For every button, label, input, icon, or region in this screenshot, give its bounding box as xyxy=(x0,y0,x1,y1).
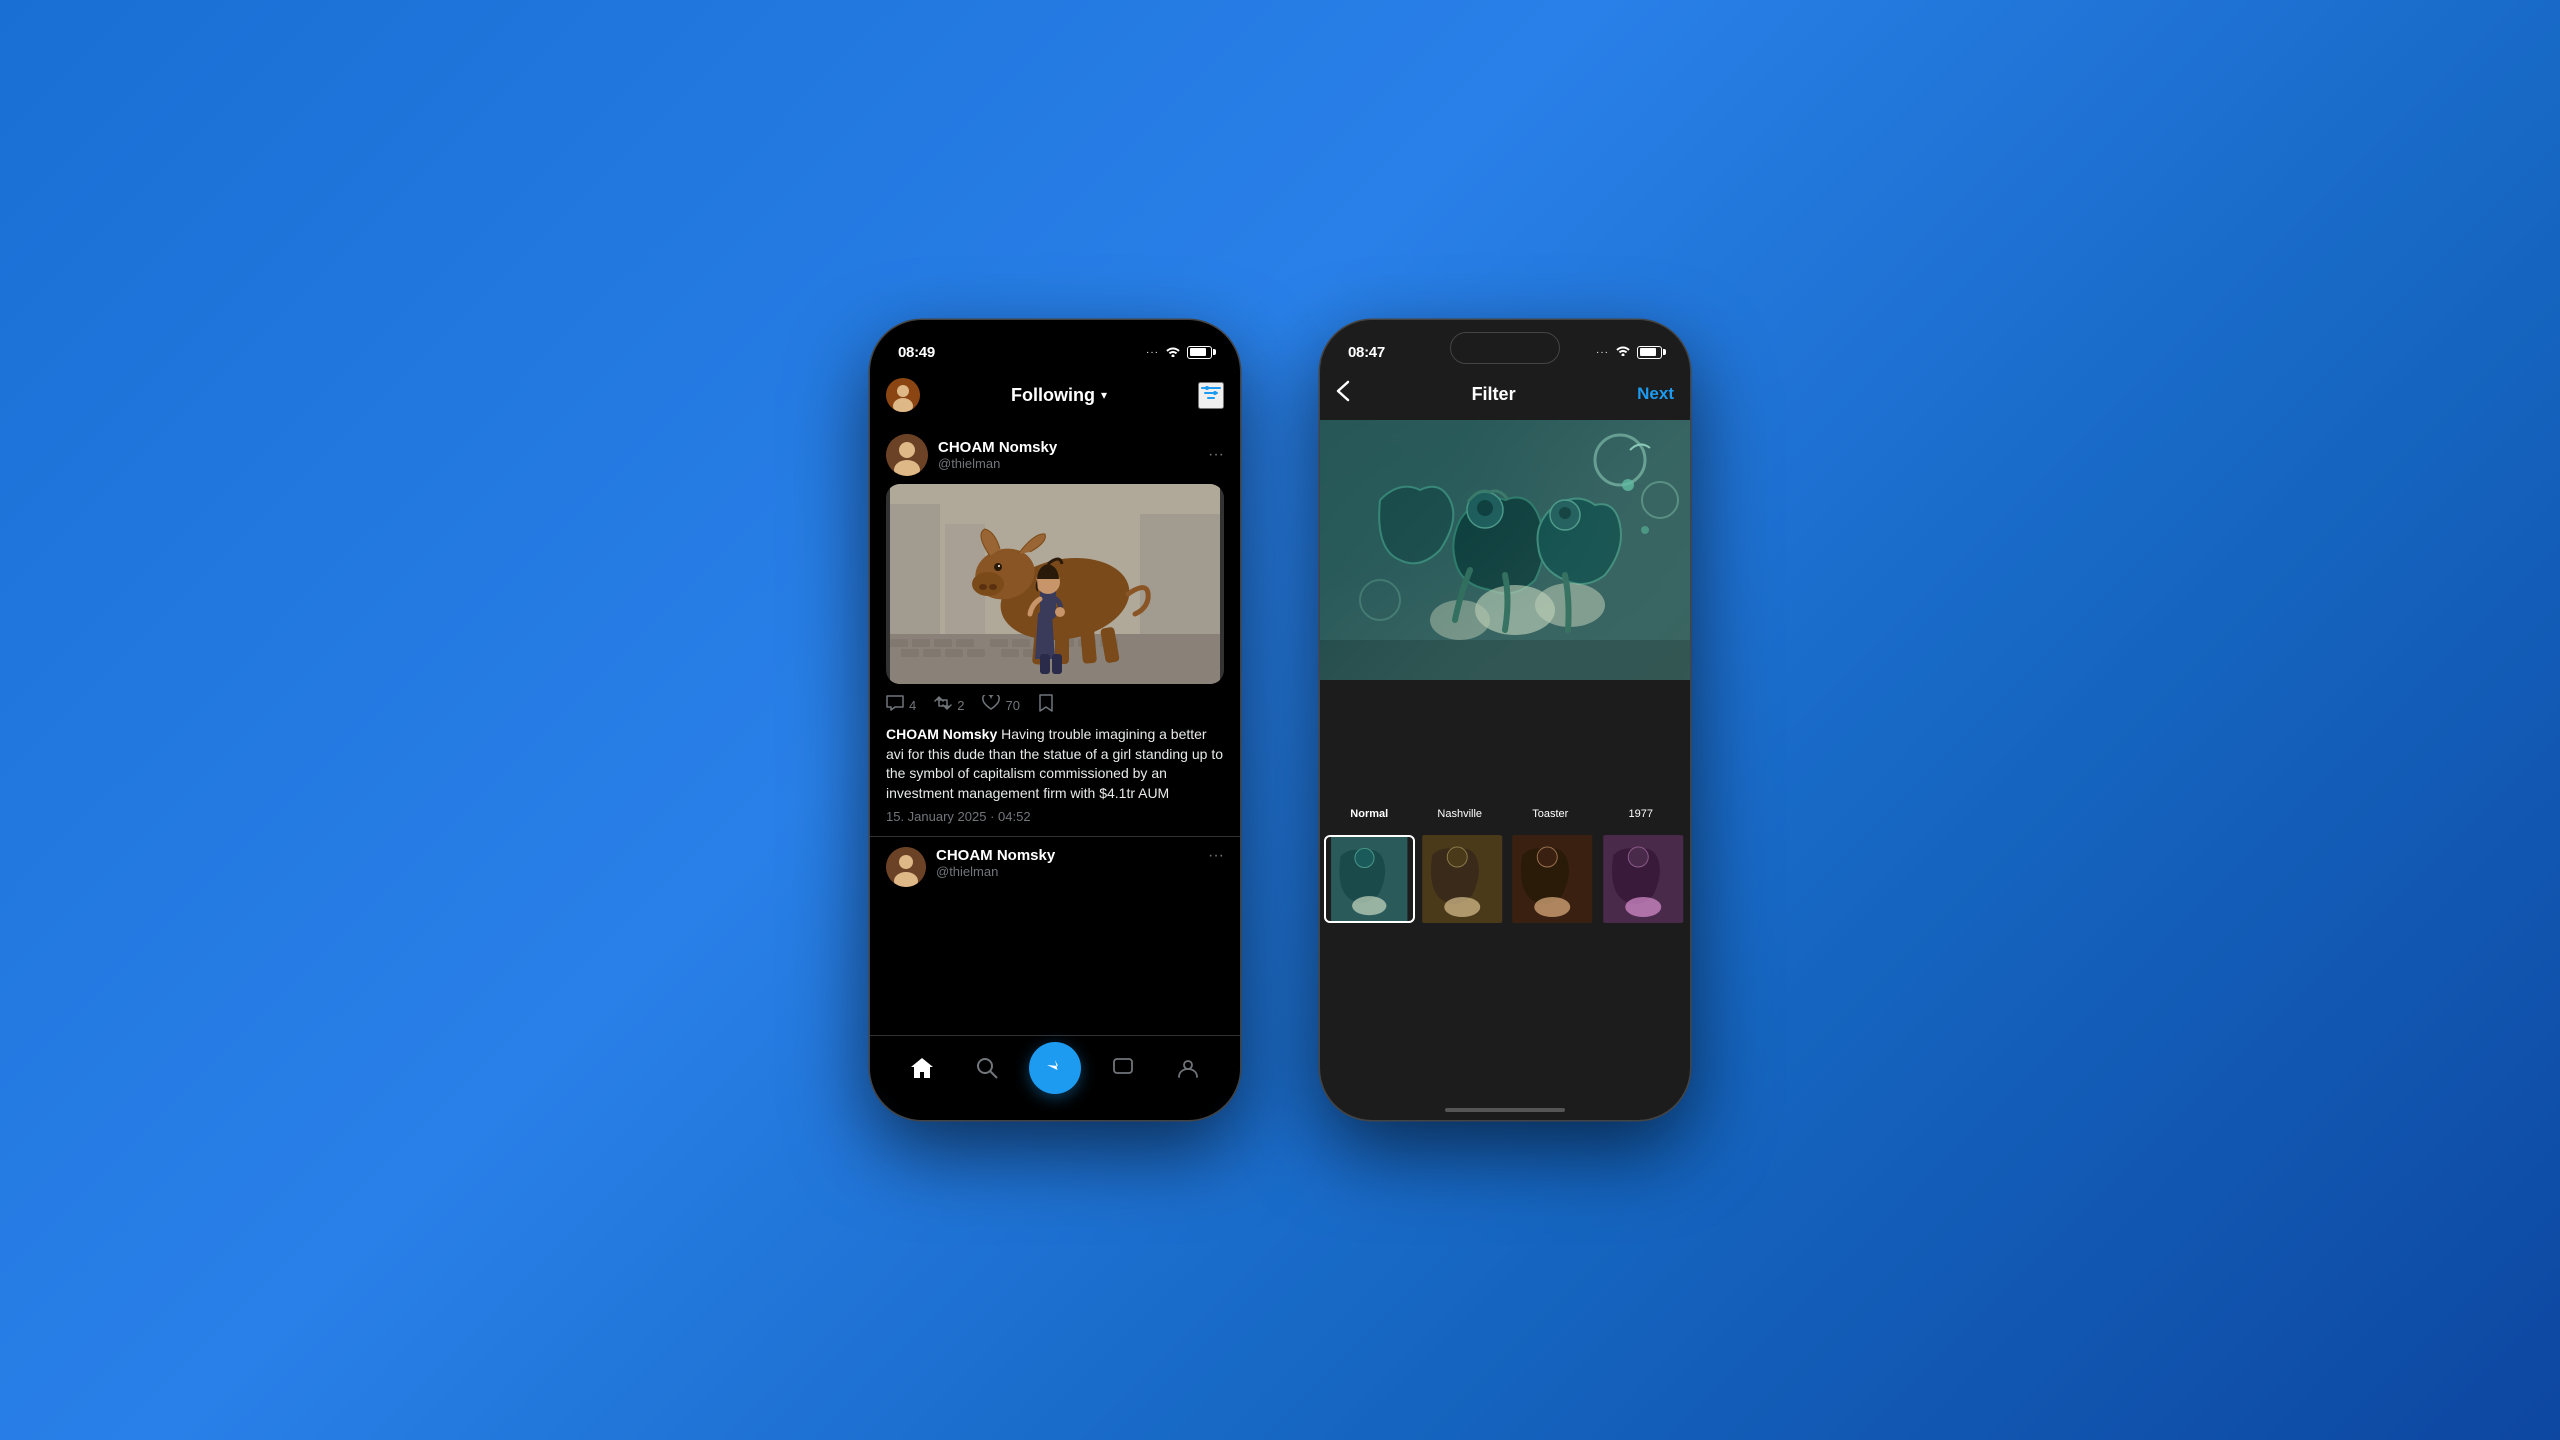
filter-strip xyxy=(1320,824,1690,934)
comment-count: 4 xyxy=(909,698,916,713)
filter-label-toaster: Toaster xyxy=(1505,808,1596,820)
comment-action[interactable]: 4 xyxy=(886,695,916,716)
tweet-1-header: CHOAM Nomsky @thielman ··· xyxy=(886,434,1224,476)
tweet-2-handle: @thielman xyxy=(936,864,1055,879)
bottom-nav xyxy=(870,1035,1240,1120)
bookmark-icon xyxy=(1038,694,1054,717)
like-count: 70 xyxy=(1005,698,1019,713)
filter-preview-area xyxy=(1320,420,1690,680)
filter-icon-btn[interactable] xyxy=(1198,382,1224,409)
compose-fab-btn[interactable] xyxy=(1029,1042,1081,1094)
filter-label-nashville: Nashville xyxy=(1415,808,1506,820)
tweet-2-preview: CHOAM Nomsky @thielman ··· xyxy=(870,837,1240,897)
phone-2: 08:47 ··· Filter N xyxy=(1320,320,1690,1120)
tweet-1-avatar xyxy=(886,434,928,476)
dynamic-island-1 xyxy=(1000,332,1110,364)
tweet-1: CHOAM Nomsky @thielman ··· xyxy=(870,422,1240,837)
tweet-1-actions: 4 2 70 xyxy=(886,694,1224,717)
retweet-count: 2 xyxy=(957,698,964,713)
filter-label-normal: Normal xyxy=(1324,808,1415,820)
filter-spacer xyxy=(1320,680,1690,800)
back-btn[interactable] xyxy=(1336,380,1350,408)
next-btn[interactable]: Next xyxy=(1637,384,1674,404)
tweet-1-user-info: CHOAM Nomsky @thielman xyxy=(938,439,1057,471)
filter-label-1977: 1977 xyxy=(1596,808,1687,820)
tweet-1-image[interactable] xyxy=(886,484,1224,684)
tweet-2-username: CHOAM Nomsky xyxy=(936,847,1055,864)
filter-thumb-toaster[interactable] xyxy=(1509,835,1596,923)
feed-user-avatar[interactable] xyxy=(886,378,920,412)
wifi-icon-2 xyxy=(1615,343,1631,361)
status-bar-2: 08:47 ··· xyxy=(1320,320,1690,370)
tweet-1-user[interactable]: CHOAM Nomsky @thielman xyxy=(886,434,1057,476)
nav-profile[interactable] xyxy=(1166,1046,1210,1090)
battery-icon-1 xyxy=(1187,346,1212,359)
home-indicator xyxy=(1445,1108,1565,1112)
tweet-1-text: CHOAM Nomsky Having trouble imagining a … xyxy=(886,725,1224,803)
home-indicator-area xyxy=(1320,934,1690,959)
status-time-2: 08:47 xyxy=(1348,344,1385,361)
status-bar-1: 08:49 ··· xyxy=(870,320,1240,370)
dots-icon-1: ··· xyxy=(1146,347,1159,358)
heart-icon xyxy=(982,695,1000,716)
status-icons-2: ··· xyxy=(1596,343,1662,361)
preview-image xyxy=(1320,420,1690,680)
tweet-1-handle: @thielman xyxy=(938,456,1057,471)
filter-thumb-normal[interactable] xyxy=(1324,835,1415,923)
status-icons-1: ··· xyxy=(1146,345,1212,360)
nav-notifications[interactable] xyxy=(1101,1046,1145,1090)
feed-header: Following ▾ xyxy=(870,370,1240,422)
filter-thumb-nashville[interactable] xyxy=(1419,835,1506,923)
feed-title: Following xyxy=(1011,385,1095,406)
retweet-icon xyxy=(934,696,952,715)
tweet-1-author: CHOAM Nomsky xyxy=(886,726,997,742)
wifi-icon-1 xyxy=(1165,345,1181,360)
phone2-screen: 08:47 ··· Filter N xyxy=(1320,320,1690,1120)
tweet-2-avatar xyxy=(886,847,926,887)
bookmark-action[interactable] xyxy=(1038,694,1054,717)
phone1-screen: 08:49 ··· xyxy=(870,320,1240,1120)
filter-label-row: Normal Nashville Toaster 1977 xyxy=(1320,800,1690,824)
filter-screen-title: Filter xyxy=(1472,384,1516,405)
tweet-1-username: CHOAM Nomsky xyxy=(938,439,1057,456)
filter-header: Filter Next xyxy=(1320,370,1690,420)
like-action[interactable]: 70 xyxy=(982,695,1019,716)
chevron-down-icon: ▾ xyxy=(1101,388,1107,402)
status-time-1: 08:49 xyxy=(898,344,935,361)
tweet-2-more-btn[interactable]: ··· xyxy=(1208,847,1224,865)
battery-icon-2 xyxy=(1637,346,1662,359)
retweet-action[interactable]: 2 xyxy=(934,696,964,715)
comment-icon xyxy=(886,695,904,716)
nav-home[interactable] xyxy=(900,1046,944,1090)
following-dropdown-btn[interactable]: Following ▾ xyxy=(1011,385,1107,406)
dynamic-island-2 xyxy=(1450,332,1560,364)
dots-icon-2: ··· xyxy=(1596,347,1609,358)
tweet-1-timestamp: 15. January 2025 · 04:52 xyxy=(886,809,1224,824)
tweet-1-more-btn[interactable]: ··· xyxy=(1208,446,1224,464)
filter-thumb-1977[interactable] xyxy=(1600,835,1687,923)
nav-search[interactable] xyxy=(965,1046,1009,1090)
phone-1: 08:49 ··· xyxy=(870,320,1240,1120)
tweet-2-user-info: CHOAM Nomsky @thielman xyxy=(936,847,1055,879)
